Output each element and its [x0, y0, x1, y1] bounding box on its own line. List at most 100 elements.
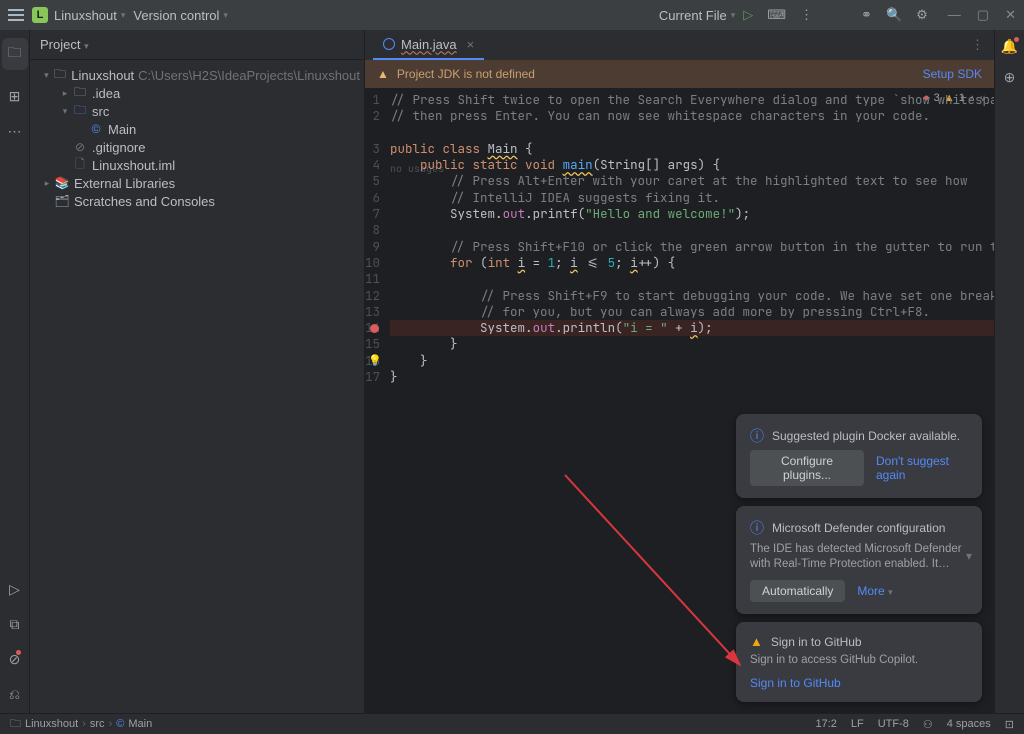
project-tool-icon[interactable]: 🗀	[2, 38, 28, 70]
code-line: // Press Shift+F10 or click the green ar…	[390, 238, 994, 255]
collapse-icon[interactable]: ▾	[58, 106, 72, 117]
jdk-banner: ▲ Project JDK is not defined Setup SDK	[365, 60, 994, 88]
code-line: // IntelliJ IDEA suggests fixing it.	[390, 189, 720, 206]
tree-root[interactable]: ▾ 🗀 Linuxshout C:\Users\H2S\IdeaProjects…	[30, 66, 364, 84]
code-line	[390, 222, 994, 238]
tree-label: External Libraries	[74, 176, 175, 191]
code-line-breakpoint: System.out.println("i = " + i);	[390, 320, 994, 336]
code-line: System.out.printf("Hello and welcome!");	[390, 206, 994, 222]
library-icon: 📚	[54, 176, 70, 190]
project-sidebar: Project ▾ ▾ 🗀 Linuxshout C:\Users\H2S\Id…	[30, 30, 365, 713]
code-with-me-icon[interactable]: ⚭	[861, 7, 872, 23]
notification-github: ▲Sign in to GitHub Sign in to access Git…	[736, 622, 982, 702]
line-separator[interactable]: LF	[851, 718, 864, 731]
titlebar: L Linuxshout ▾ Version control ▾ Current…	[0, 0, 1024, 30]
encoding[interactable]: UTF-8	[878, 718, 909, 731]
code-line: }	[390, 369, 994, 385]
code-line: for (int i = 1; i <= 5; i++) {	[390, 255, 994, 271]
settings-icon[interactable]: ⚙	[916, 7, 928, 23]
more-actions-icon[interactable]: ⋮	[800, 7, 813, 23]
code-line	[390, 271, 994, 287]
tree-label: .idea	[92, 86, 120, 101]
info-icon: ⓘ	[750, 426, 764, 446]
project-selector[interactable]: L Linuxshout ▾	[32, 7, 125, 23]
module-icon: 🗀	[53, 65, 68, 86]
setup-sdk-link[interactable]: Setup SDK	[923, 67, 982, 81]
chevron-down-icon: ▾	[121, 10, 126, 21]
vcs-tool-icon[interactable]: ⎌	[9, 686, 20, 703]
ai-assistant-icon[interactable]: ⊕	[1004, 69, 1016, 86]
code-line: public class Main {	[390, 141, 994, 157]
expand-icon[interactable]: ▸	[58, 88, 72, 99]
commit-tool-icon[interactable]: ⊞	[9, 88, 21, 105]
run-icon[interactable]: ▷	[743, 7, 753, 23]
chevron-down-icon: ▾	[223, 10, 228, 21]
tree-label: Scratches and Consoles	[74, 194, 215, 209]
status-more-icon[interactable]: ⊡	[1005, 718, 1014, 731]
notification-body: Sign in to access GitHub Copilot.	[750, 653, 968, 668]
notification-stack: ⓘSuggested plugin Docker available. Conf…	[736, 414, 982, 702]
run-tool-icon[interactable]: ▷	[9, 581, 20, 598]
close-button[interactable]: ✕	[1005, 7, 1016, 23]
breadcrumb[interactable]: 🗀 Linuxshout › src › © Main	[10, 715, 152, 734]
editor-tabs: Main.java × ⋮	[365, 30, 994, 60]
collapse-icon[interactable]: ▾	[40, 70, 53, 81]
tree-folder-idea[interactable]: ▸ 🗀 .idea	[30, 84, 364, 102]
main-menu-icon[interactable]	[8, 9, 24, 21]
breadcrumb-item[interactable]: src	[90, 718, 105, 730]
debug-icon[interactable]: ⌨	[767, 7, 786, 23]
right-toolstrip: 🔔 ⊕	[994, 30, 1024, 713]
search-icon[interactable]: 🔍	[886, 7, 902, 23]
java-class-icon	[383, 38, 395, 50]
code-line: // for you, but you can always add more …	[390, 303, 930, 320]
tree-file-gitignore[interactable]: ⊘ .gitignore	[30, 138, 364, 156]
cursor-position[interactable]: 17:2	[815, 718, 836, 731]
project-tree: ▾ 🗀 Linuxshout C:\Users\H2S\IdeaProjects…	[30, 60, 364, 216]
run-config-selector[interactable]: Current File ▾	[659, 8, 735, 23]
tree-file-main[interactable]: © Main	[30, 120, 364, 138]
status-bar: 🗀 Linuxshout › src › © Main 17:2 LF UTF-…	[0, 713, 1024, 734]
tree-folder-src[interactable]: ▾ 🗀 src	[30, 102, 364, 120]
chevron-down-icon: ▾	[84, 41, 89, 51]
terminal-tool-icon[interactable]: ⧉	[10, 616, 20, 633]
code-line: 💡 }	[390, 353, 994, 369]
sidebar-title[interactable]: Project ▾	[40, 37, 89, 52]
project-name: Linuxshout	[54, 8, 117, 23]
indent-setting[interactable]: 4 spaces	[947, 718, 991, 731]
lightbulb-icon[interactable]: 💡	[368, 353, 382, 369]
file-icon: ⊘	[72, 140, 88, 154]
breadcrumb-item[interactable]: Main	[128, 718, 152, 730]
tree-file-iml[interactable]: 🗋 Linuxshout.iml	[30, 156, 364, 174]
problems-tool-icon[interactable]: ⊘	[9, 651, 21, 668]
line-numbers: 1234567891011121314151617	[365, 88, 390, 385]
more-link[interactable]: More ▾	[857, 584, 892, 598]
annotation-arrow	[560, 470, 770, 680]
notification-defender: ⓘMicrosoft Defender configuration The ID…	[736, 506, 982, 614]
scratches-icon: 🗂	[54, 194, 70, 208]
minimize-button[interactable]: —	[948, 7, 961, 23]
readonly-icon[interactable]: ⚇	[923, 718, 933, 731]
notification-title: Microsoft Defender configuration	[772, 521, 945, 535]
notification-title: Suggested plugin Docker available.	[772, 429, 960, 443]
expand-icon[interactable]: ▾	[966, 549, 972, 563]
notifications-icon[interactable]: 🔔	[1001, 38, 1018, 55]
vcs-menu[interactable]: Version control ▾	[133, 8, 228, 23]
dont-suggest-link[interactable]: Don't suggest again	[876, 454, 968, 482]
tree-scratches[interactable]: 🗂 Scratches and Consoles	[30, 192, 364, 210]
code-line: }	[390, 336, 994, 352]
folder-icon: 🗀	[10, 715, 21, 734]
structure-tool-icon[interactable]: ⋯	[8, 123, 22, 140]
left-toolstrip: 🗀 ⊞ ⋯ ▷ ⧉ ⊘ ⎌	[0, 30, 30, 713]
close-tab-icon[interactable]: ×	[467, 37, 475, 52]
tab-label: Main.java	[401, 37, 457, 52]
maximize-button[interactable]: ▢	[977, 7, 989, 23]
chevron-down-icon: ▾	[731, 10, 736, 21]
tab-main-java[interactable]: Main.java ×	[373, 30, 484, 60]
tree-label: .gitignore	[92, 140, 145, 155]
tab-more-icon[interactable]: ⋮	[971, 37, 994, 53]
source-folder-icon: 🗀	[72, 101, 88, 122]
warning-icon: ▲	[377, 67, 389, 81]
tree-external-libs[interactable]: ▸ 📚 External Libraries	[30, 174, 364, 192]
breadcrumb-item[interactable]: Linuxshout	[25, 718, 78, 730]
expand-icon[interactable]: ▸	[40, 178, 54, 189]
